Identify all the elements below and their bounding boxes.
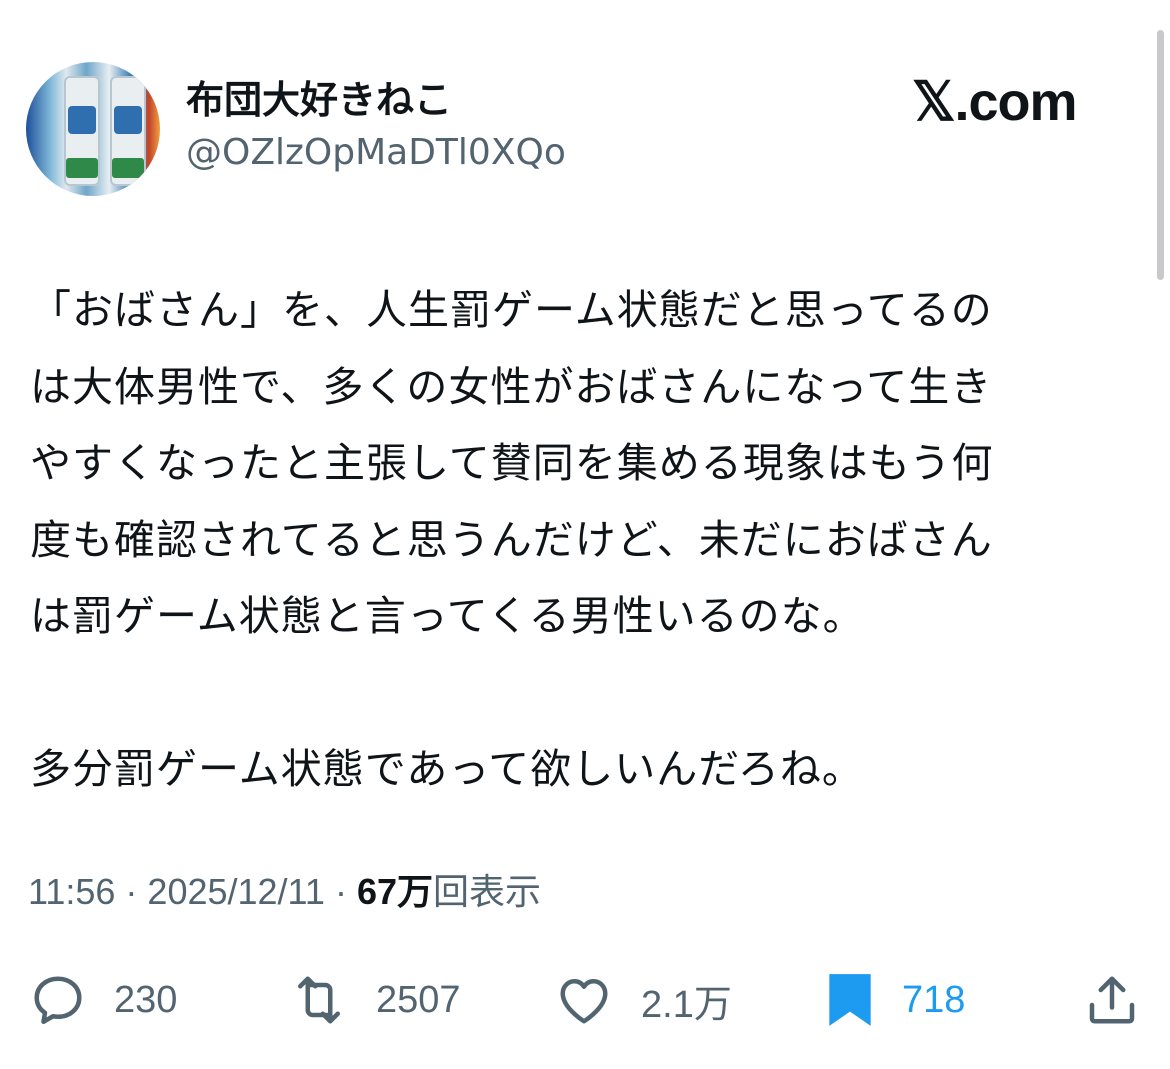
avatar[interactable] (26, 62, 160, 196)
reply-count: 230 (114, 978, 178, 1021)
action-bar: 230 2507 2.1万 718 (0, 960, 1170, 1040)
views-label: 回表示 (432, 871, 541, 912)
reply-button[interactable]: 230 (28, 960, 177, 1040)
bookmark-count: 718 (902, 978, 966, 1021)
author-handle[interactable]: @OZlzOpMaDTl0XQo (186, 130, 566, 176)
tweet-line: 多分罰ゲーム状態であって欲しいんだろね。 (30, 745, 864, 793)
author-display-name[interactable]: 布団大好きねこ (186, 76, 452, 124)
like-count: 2.1万 (641, 983, 732, 1026)
repost-button[interactable]: 2507 (288, 960, 461, 1040)
scrollbar[interactable] (1157, 30, 1164, 280)
bookmark-icon (829, 974, 871, 1026)
tweet-line: は大体男性で、多くの女性がおばさんになって生き (30, 362, 993, 411)
tweet-meta: 11:56 · 2025/12/11 · 67万回表示 (28, 866, 541, 918)
share-icon (1089, 976, 1135, 1024)
repost-count: 2507 (376, 978, 461, 1021)
avatar-tag-right (112, 158, 144, 178)
share-button[interactable] (1082, 960, 1142, 1040)
heart-icon (560, 979, 608, 1024)
views-count: 67万 (356, 871, 433, 912)
tweet-line: やすくなったと主張して賛同を集める現象はもう何 (30, 439, 994, 487)
like-button[interactable]: 2.1万 (553, 960, 732, 1040)
tweet-line: 度も確認されてると思うんだけど、未だにおばさん (30, 515, 993, 564)
meta-separator: · (324, 871, 357, 912)
reply-icon (34, 976, 82, 1024)
tweet-line: は罰ゲーム状態と言ってくる男性いるのな。 (30, 592, 865, 640)
x-logo: 𝕏.com (912, 72, 1078, 132)
bookmark-button[interactable]: 718 (824, 960, 965, 1040)
avatar-label-right (114, 106, 142, 134)
repost-icon (298, 976, 340, 1024)
tweet-text: 「おばさん」を、人生罰ゲーム状態だと思ってるの は大体男性で、多くの女性がおばさん… (30, 272, 1135, 808)
tweet-line: 「おばさん」を、人生罰ゲーム状態だと思ってるの (30, 286, 993, 334)
tweet-date[interactable]: 2025/12/11 (147, 871, 325, 912)
tweet-time[interactable]: 11:56 (28, 871, 115, 912)
avatar-label-left (68, 106, 96, 134)
meta-separator: · (115, 871, 148, 912)
avatar-tag-left (66, 158, 98, 178)
